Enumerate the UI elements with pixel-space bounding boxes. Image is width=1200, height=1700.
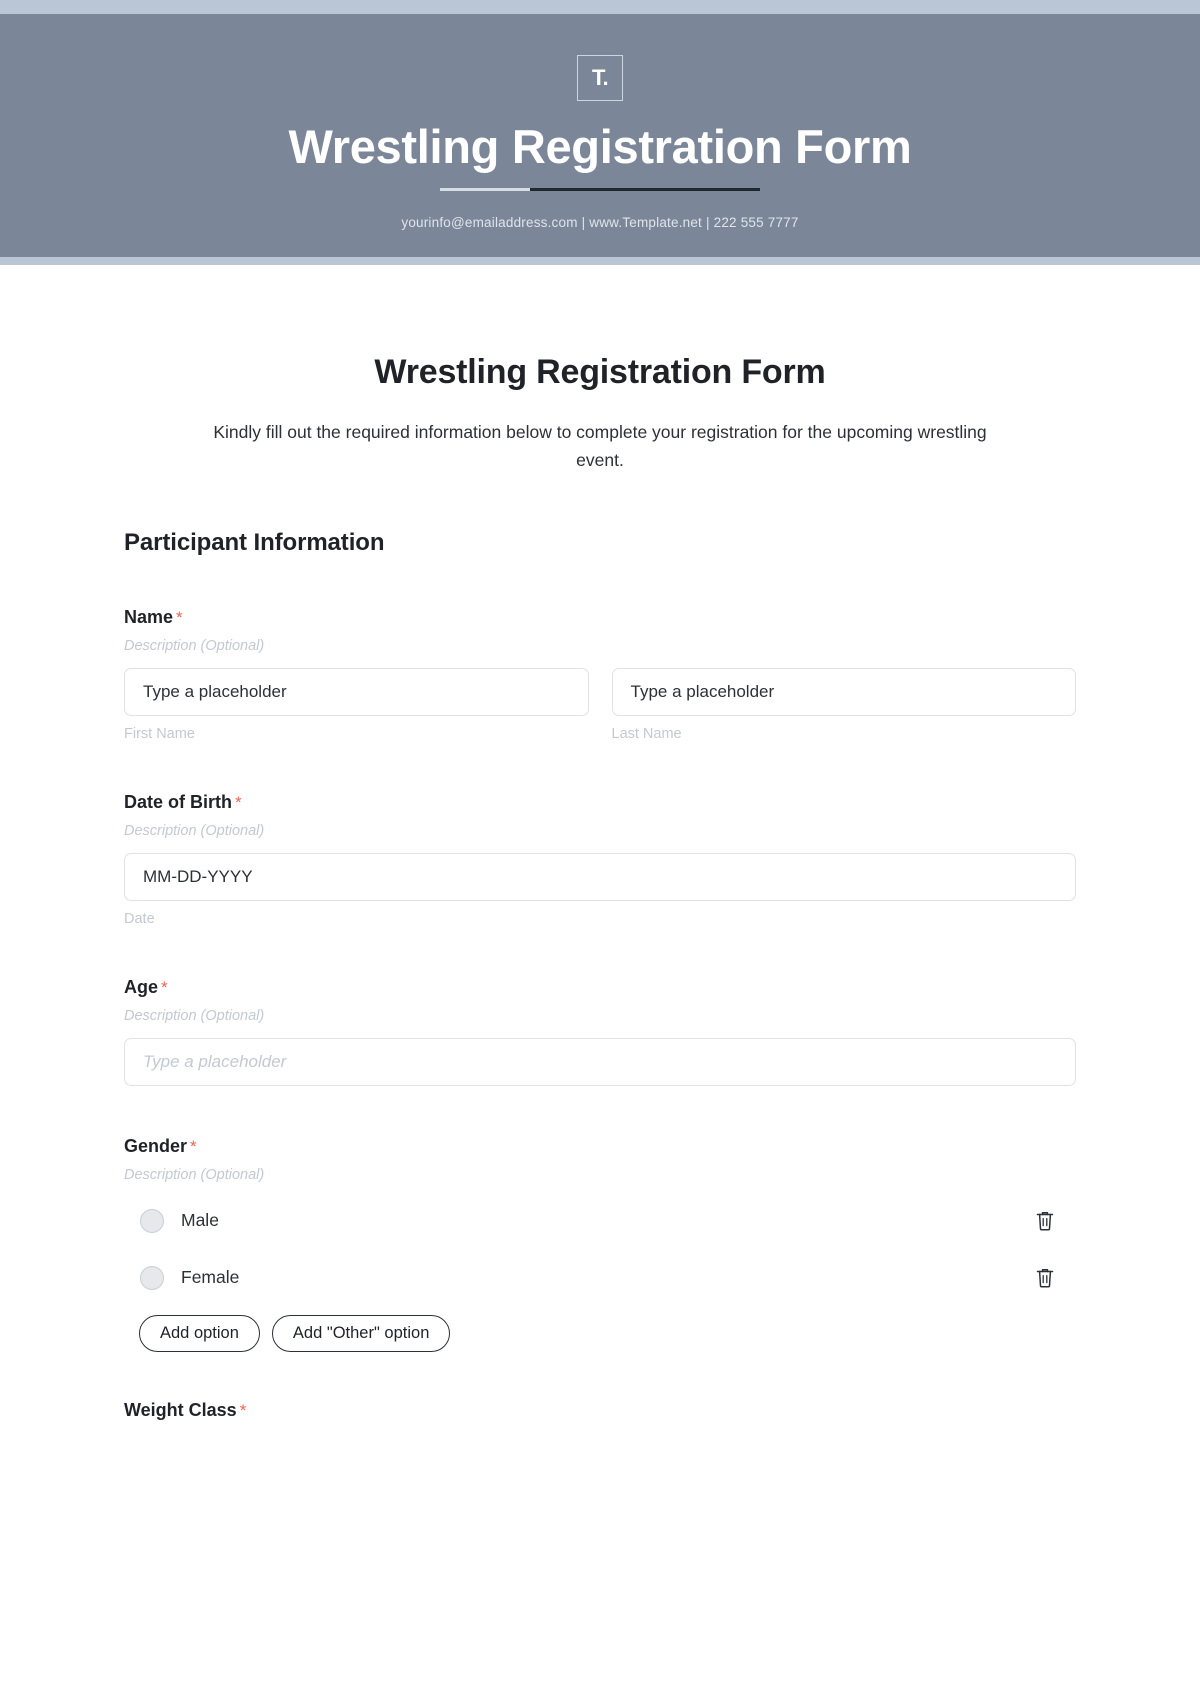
trash-icon[interactable] (1032, 1208, 1058, 1234)
first-name-input[interactable]: Type a placeholder (124, 667, 589, 716)
brand-logo: T. (577, 55, 623, 101)
field-label: Age * (124, 977, 1076, 998)
brand-logo-text: T. (591, 65, 609, 90)
banner-divider (440, 188, 760, 191)
section-heading-participant-information: Participant Information (124, 528, 385, 556)
last-name-input[interactable]: Type a placeholder (611, 667, 1076, 716)
field-label: Gender * (124, 1136, 1076, 1157)
option-label: Male (181, 1210, 219, 1231)
field-description: Description (Optional) (124, 1166, 265, 1183)
age-input[interactable]: Type a placeholder (124, 1037, 1076, 1086)
field-label-text: Weight Class (124, 1399, 237, 1420)
page-title: Wrestling Registration Form (374, 353, 826, 391)
field-gender: Gender * Description (Optional) Male Fem… (124, 1136, 1076, 1352)
add-other-option-button[interactable]: Add "Other" option (271, 1314, 451, 1352)
dob-input-row: MM-DD-YYYY Date (124, 852, 1076, 927)
field-age: Age * Description (Optional) Type a place… (124, 977, 1076, 1086)
field-label-text: Date of Birth (124, 791, 232, 812)
header-top-strip (0, 0, 1200, 14)
first-name-sublabel: First Name (124, 725, 195, 742)
divider-light-segment (440, 188, 530, 191)
required-asterisk: * (235, 792, 242, 812)
form-description: Kindly fill out the required information… (213, 422, 987, 471)
field-description: Description (Optional) (124, 822, 265, 839)
field-label-text: Age (124, 976, 159, 997)
field-label-text: Name (124, 606, 174, 627)
field-label-text: Gender (124, 1135, 188, 1156)
required-asterisk: * (239, 1400, 247, 1420)
field-description: Description (Optional) (124, 637, 265, 654)
field-name: Name * Description (Optional) Type a plac… (124, 607, 1076, 742)
last-name-sublabel: Last Name (611, 725, 682, 742)
gender-options-list: Male Female (124, 1201, 1076, 1298)
form-body: Wrestling Registration Form Kindly fill … (0, 265, 1200, 1421)
banner-title: Wrestling Registration Form (288, 120, 912, 173)
first-name-column: Type a placeholder First Name (124, 667, 589, 742)
divider-dark-segment (530, 188, 760, 191)
field-description: Description (Optional) (124, 1007, 265, 1024)
required-asterisk: * (176, 607, 183, 627)
option-row[interactable]: Female (124, 1258, 1076, 1298)
header-bottom-strip (0, 257, 1200, 265)
required-asterisk: * (190, 1136, 197, 1156)
last-name-column: Type a placeholder Last Name (611, 667, 1076, 742)
banner-contact-line: yourinfo@emailaddress.com | www.Template… (401, 215, 799, 230)
name-input-row: Type a placeholder First Name Type a pla… (124, 667, 1076, 742)
radio-button-female[interactable] (140, 1265, 164, 1290)
date-of-birth-input[interactable]: MM-DD-YYYY (124, 852, 1076, 901)
option-row[interactable]: Male (124, 1201, 1076, 1241)
option-label: Female (181, 1267, 240, 1288)
age-column: Type a placeholder (124, 1037, 1076, 1086)
add-option-button[interactable]: Add option (139, 1314, 260, 1352)
gender-add-buttons: Add option Add "Other" option (139, 1314, 1076, 1352)
age-input-row: Type a placeholder (124, 1037, 1076, 1086)
header-banner: T. Wrestling Registration Form yourinfo@… (0, 14, 1200, 257)
field-label: Name * (124, 607, 1076, 628)
date-sublabel: Date (124, 910, 155, 927)
field-date-of-birth: Date of Birth * Description (Optional) MM… (124, 792, 1076, 927)
radio-button-male[interactable] (140, 1208, 164, 1233)
required-asterisk: * (161, 977, 168, 997)
dob-column: MM-DD-YYYY Date (124, 852, 1076, 927)
field-weight-class: Weight Class * (124, 1400, 1076, 1421)
field-label: Date of Birth * (124, 792, 1076, 813)
field-label: Weight Class * (124, 1400, 1076, 1421)
trash-icon[interactable] (1032, 1265, 1058, 1291)
